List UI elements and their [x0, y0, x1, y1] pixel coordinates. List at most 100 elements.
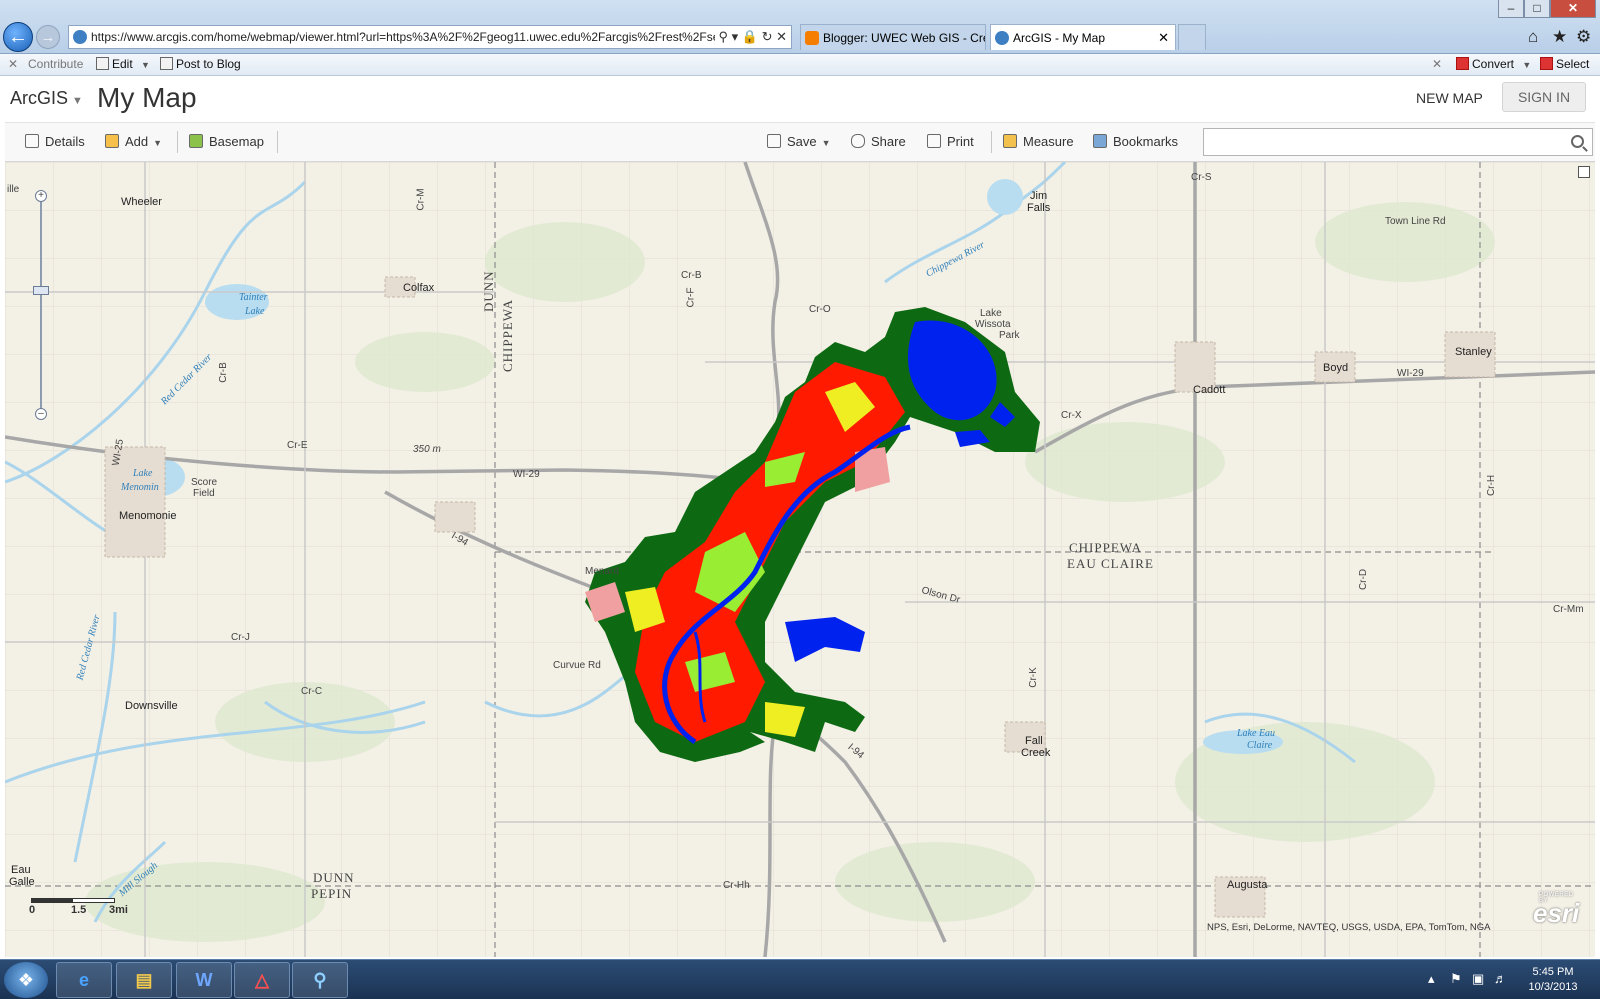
save-button[interactable]: Save ▼ — [767, 134, 831, 149]
convert-button[interactable]: Convert ▼ — [1456, 57, 1531, 71]
search-box[interactable] — [1203, 128, 1593, 156]
bookmarks-icon — [1093, 134, 1107, 148]
show-hidden-icons-icon[interactable]: ▴ — [1428, 971, 1435, 987]
bookmarks-button[interactable]: Bookmarks — [1093, 134, 1178, 149]
select-icon — [1540, 57, 1553, 70]
road-label: Cr-C — [301, 686, 323, 697]
road-label: WI-29 — [513, 469, 540, 480]
zoom-handle[interactable] — [33, 286, 49, 295]
map-attribution: NPS, Esri, DeLorme, NAVTEQ, USGS, USDA, … — [1207, 922, 1491, 933]
road-label: Cr-M — [415, 188, 427, 211]
share-button[interactable]: Share — [851, 134, 906, 149]
map-label: Field — [193, 488, 215, 499]
county-label: CHIPPEWA — [500, 298, 515, 372]
acrobat-icon[interactable]: △ — [234, 962, 290, 998]
water-label: Tainter — [239, 292, 268, 303]
select-label: Select — [1556, 57, 1590, 71]
tab-blogger[interactable]: Blogger: UWEC Web GIS - Crea... — [800, 24, 986, 50]
action-center-flag-icon[interactable]: ⚑ — [1450, 971, 1462, 987]
map-canvas[interactable]: ille Wheeler Colfax Jim Falls Cadott Boy… — [5, 162, 1595, 957]
edit-button[interactable]: Edit ▼ — [96, 57, 150, 71]
close-convert-icon[interactable]: ✕ — [1432, 57, 1442, 71]
map-label: Park — [999, 330, 1020, 341]
scale-label: 1.5 — [71, 904, 87, 916]
map-label: Falls — [1027, 202, 1051, 214]
forward-arrow-icon[interactable]: → — [36, 25, 60, 49]
new-tab-button[interactable] — [1178, 24, 1206, 50]
zoom-slider[interactable]: + – — [29, 186, 53, 426]
details-button[interactable]: Details — [25, 134, 85, 149]
word-icon[interactable]: W — [176, 962, 232, 998]
volume-icon[interactable]: ♬ — [1494, 971, 1507, 986]
file-explorer-icon[interactable]: ▤ — [116, 962, 172, 998]
close-bar-icon[interactable]: ✕ — [8, 57, 18, 71]
map-label: Colfax — [403, 282, 435, 294]
maximize-icon[interactable]: □ — [1524, 0, 1550, 18]
convert-label: Convert — [1472, 57, 1515, 71]
full-extent-icon[interactable] — [1578, 166, 1590, 178]
road-label: Cr-S — [1191, 172, 1212, 183]
arcgis-menu[interactable]: ArcGIS ▼ — [10, 88, 83, 109]
address-controls-icon[interactable]: ⚲ ▾ 🔒 ↻ ✕ — [714, 26, 787, 48]
map-label: Menomonie — [119, 510, 177, 522]
site-favicon-icon — [73, 30, 87, 44]
zoom-track[interactable] — [40, 196, 42, 410]
add-label: Add — [125, 134, 149, 149]
contribute-button[interactable]: Contribute — [28, 57, 83, 71]
chevron-down-icon: ▼ — [1522, 60, 1532, 70]
zoom-out-button[interactable]: – — [35, 408, 47, 420]
taskbar-clock[interactable]: 5:45 PM 10/3/2013 — [1522, 965, 1584, 995]
divider — [991, 131, 992, 153]
measure-button[interactable]: Measure — [1003, 134, 1074, 149]
sign-in-button[interactable]: SIGN IN — [1502, 82, 1586, 112]
elevation-label: 350 m — [413, 444, 441, 455]
chevron-down-icon: ▼ — [141, 60, 150, 70]
scale-bar: 0 1.5 3mi — [27, 892, 128, 922]
minimize-icon[interactable]: – — [1498, 0, 1524, 18]
county-label: PEPIN — [311, 886, 353, 901]
esri-logo[interactable]: POWERED BY esri — [1533, 892, 1579, 929]
edit-label: Edit — [112, 57, 133, 71]
water-label: Lake — [245, 306, 265, 317]
magnifier-icon[interactable]: ⚲ — [292, 962, 348, 998]
zoom-in-button[interactable]: + — [35, 190, 47, 202]
road-label: Cr-Mm — [1553, 604, 1584, 615]
print-button[interactable]: Print — [927, 134, 974, 149]
network-icon[interactable]: ▣ — [1472, 971, 1484, 987]
map-label: Score — [191, 477, 218, 488]
post-to-blog-button[interactable]: Post to Blog — [160, 57, 241, 71]
edit-icon — [96, 57, 109, 70]
share-label: Share — [871, 134, 906, 149]
start-button[interactable]: ❖ — [4, 962, 48, 998]
road-label: Cr-E — [287, 440, 308, 451]
map-label: Stanley — [1455, 346, 1492, 358]
gear-icon[interactable]: ⚙ — [1576, 27, 1591, 47]
basemap-button[interactable]: Basemap — [189, 134, 264, 149]
road-label: Cr-K — [1027, 667, 1039, 688]
favorites-star-icon[interactable]: ★ — [1552, 27, 1567, 47]
tab-arcgis[interactable]: ArcGIS - My Map ✕ — [990, 24, 1176, 50]
select-button[interactable]: Select — [1540, 57, 1589, 71]
command-bar: ✕ Contribute Edit ▼ Post to Blog ✕ Conve… — [0, 54, 1600, 76]
home-icon[interactable]: ⌂ — [1528, 27, 1538, 47]
scale-bar-graphic — [31, 898, 115, 903]
map-label: Boyd — [1323, 362, 1349, 374]
road-label: Cr-Hh — [723, 880, 750, 891]
internet-explorer-icon[interactable]: e — [56, 962, 112, 998]
details-label: Details — [45, 134, 85, 149]
road-label: Cr-J — [231, 632, 250, 643]
road-label: Cr-O — [809, 304, 831, 315]
search-input[interactable] — [1208, 130, 1548, 154]
address-bar[interactable]: https://www.arcgis.com/home/webmap/viewe… — [68, 25, 792, 49]
map-label: Galle — [9, 876, 35, 888]
measure-ruler-icon — [1003, 134, 1017, 148]
back-arrow-icon[interactable]: ← — [3, 22, 33, 52]
window-close-icon[interactable]: ✕ — [1550, 0, 1596, 18]
chevron-down-icon: ▼ — [72, 95, 83, 107]
map-label: Augusta — [1227, 879, 1268, 891]
close-tab-icon[interactable]: ✕ — [1158, 25, 1169, 50]
add-button[interactable]: Add ▼ — [105, 134, 162, 149]
search-icon[interactable] — [1571, 135, 1584, 148]
map-label: Wheeler — [121, 196, 162, 208]
new-map-link[interactable]: NEW MAP — [1416, 90, 1483, 106]
